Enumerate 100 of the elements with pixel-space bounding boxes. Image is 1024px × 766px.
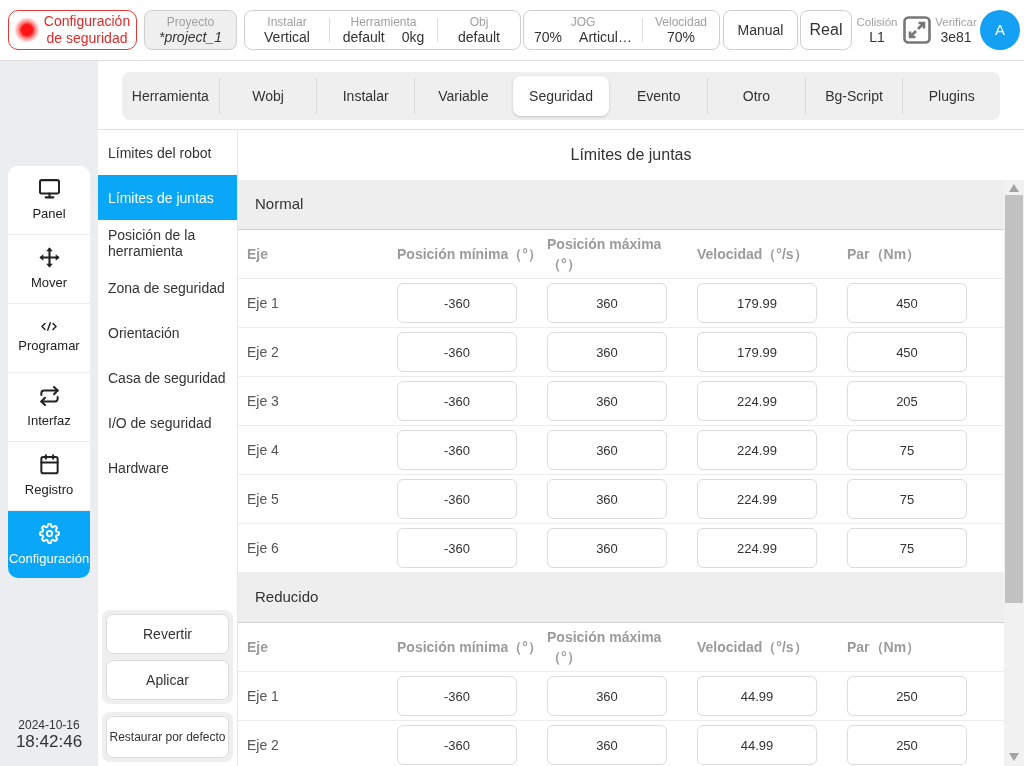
section-header: Normal [238, 180, 1004, 230]
value-field[interactable]: 44.99 [697, 725, 817, 765]
column-header: Velocidad（°/s） [697, 245, 809, 264]
value-field[interactable]: 179.99 [697, 332, 817, 372]
value-field[interactable]: 205 [847, 381, 967, 421]
info-label: Velocidad [654, 14, 707, 29]
safety-config-button[interactable]: Configuración de seguridad [8, 10, 137, 50]
value-field[interactable]: 360 [547, 479, 667, 519]
column-header: Posición mínima（°） [397, 638, 543, 657]
scroll-down-icon[interactable] [1009, 753, 1019, 761]
axis-label: Eje 6 [247, 538, 280, 558]
mode-button[interactable]: Manual [723, 10, 798, 50]
monitor-icon [38, 178, 60, 199]
date-text: 2024-10-16 [17, 718, 81, 732]
value-field[interactable]: -360 [397, 725, 517, 765]
page-title: Límites de juntas [569, 145, 693, 165]
tab[interactable]: Plugins [903, 72, 1001, 120]
tab[interactable]: Wobj [219, 72, 317, 120]
tab[interactable]: Seguridad [512, 76, 610, 116]
project-name: *project_1 [158, 28, 222, 46]
value-field[interactable]: 450 [847, 283, 967, 323]
value-field[interactable]: 224.99 [697, 479, 817, 519]
value-field[interactable]: 75 [847, 479, 967, 519]
column-header: Eje [247, 245, 269, 264]
value-field[interactable]: 360 [547, 332, 667, 372]
info-value: default [342, 28, 385, 46]
info-value: default [457, 28, 500, 46]
tab[interactable]: Herramienta [122, 72, 219, 120]
value-field[interactable]: 360 [547, 381, 667, 421]
value-field[interactable]: -360 [397, 283, 517, 323]
info-value: 70% [534, 28, 563, 46]
project-panel[interactable]: Proyecto *project_1 [144, 10, 237, 50]
scroll-up-icon[interactable] [1009, 184, 1019, 192]
value-field[interactable]: 75 [847, 528, 967, 568]
value-field[interactable]: 224.99 [697, 381, 817, 421]
value-field[interactable]: -360 [397, 528, 517, 568]
move-arrows-icon [38, 247, 60, 268]
info-value: Articul… [579, 28, 632, 46]
value-field[interactable]: 360 [547, 430, 667, 470]
column-header: Eje [247, 638, 269, 657]
value-field[interactable]: 360 [547, 283, 667, 323]
expand-icon[interactable] [903, 16, 931, 44]
collision-label: Colisión [856, 14, 898, 29]
value-field[interactable]: 224.99 [697, 430, 817, 470]
settings-icon [38, 522, 60, 544]
tab[interactable]: Otro [708, 72, 805, 120]
value-field[interactable]: -360 [397, 332, 517, 372]
value-field[interactable]: -360 [397, 479, 517, 519]
calendar-icon [39, 454, 59, 475]
info-value: 70% [667, 28, 695, 46]
value-field[interactable]: 224.99 [697, 528, 817, 568]
value-field[interactable]: 360 [547, 725, 667, 765]
nav-item[interactable]: Panel [8, 166, 90, 235]
repeat-arrows-icon [39, 385, 59, 406]
status-dot-icon [14, 17, 40, 43]
axis-label: Eje 1 [247, 686, 280, 706]
restore-defaults-button[interactable]: Restaurar por defecto [106, 716, 229, 758]
value-field[interactable]: 360 [547, 528, 667, 568]
value-field[interactable]: 250 [847, 676, 967, 716]
value-field[interactable]: 44.99 [697, 676, 817, 716]
column-header: Par（Nm） [847, 245, 922, 264]
tab[interactable]: Bg-Script [805, 72, 903, 120]
info-label: Instalar [267, 14, 307, 29]
axis-label: Eje 1 [247, 293, 280, 313]
info-label: Obj [469, 14, 489, 29]
axis-label: Eje 3 [247, 391, 280, 411]
axis-label: Eje 5 [247, 489, 280, 509]
verify-label: Verificar [935, 14, 977, 29]
tab[interactable]: Instalar [317, 72, 414, 120]
column-header: Par（Nm） [847, 638, 922, 657]
value-field[interactable]: -360 [397, 430, 517, 470]
value-field[interactable]: -360 [397, 676, 517, 716]
verify-code: 3e81 [940, 28, 972, 46]
mode-button[interactable]: Real [800, 10, 852, 50]
tab[interactable]: Evento [610, 72, 708, 120]
value-field[interactable]: 179.99 [697, 283, 817, 323]
install-info-panel[interactable]: Instalar Vertical Herramienta default 0kg Obj default [244, 10, 521, 50]
value-field[interactable]: 75 [847, 430, 967, 470]
value-field[interactable]: 360 [547, 676, 667, 716]
revert-button[interactable]: Revertir [106, 614, 229, 654]
info-label: Herramienta [350, 14, 417, 29]
project-label: Proyecto [166, 14, 215, 29]
jog-info-panel[interactable]: JOG 70% Articul… Velocidad 70% [523, 10, 720, 50]
axis-label: Eje 4 [247, 440, 280, 460]
axis-label: Eje 2 [247, 342, 280, 362]
apply-button[interactable]: Aplicar [106, 660, 229, 700]
column-header: Posición mínima（°） [397, 245, 543, 264]
collision-level: L1 [869, 28, 885, 46]
value-field[interactable]: -360 [397, 381, 517, 421]
column-header: Posición máxima（°） [547, 235, 663, 274]
code-icon [41, 322, 57, 331]
value-field[interactable]: 250 [847, 725, 967, 765]
section-header: Reducido [238, 573, 1004, 623]
column-header: Velocidad（°/s） [697, 638, 809, 657]
info-value: Vertical [264, 28, 310, 46]
scrollbar-thumb[interactable] [1005, 195, 1023, 603]
value-field[interactable]: 450 [847, 332, 967, 372]
info-value: 0kg [401, 28, 425, 46]
tab[interactable]: Variable [415, 72, 512, 120]
info-label: JOG [570, 14, 596, 29]
